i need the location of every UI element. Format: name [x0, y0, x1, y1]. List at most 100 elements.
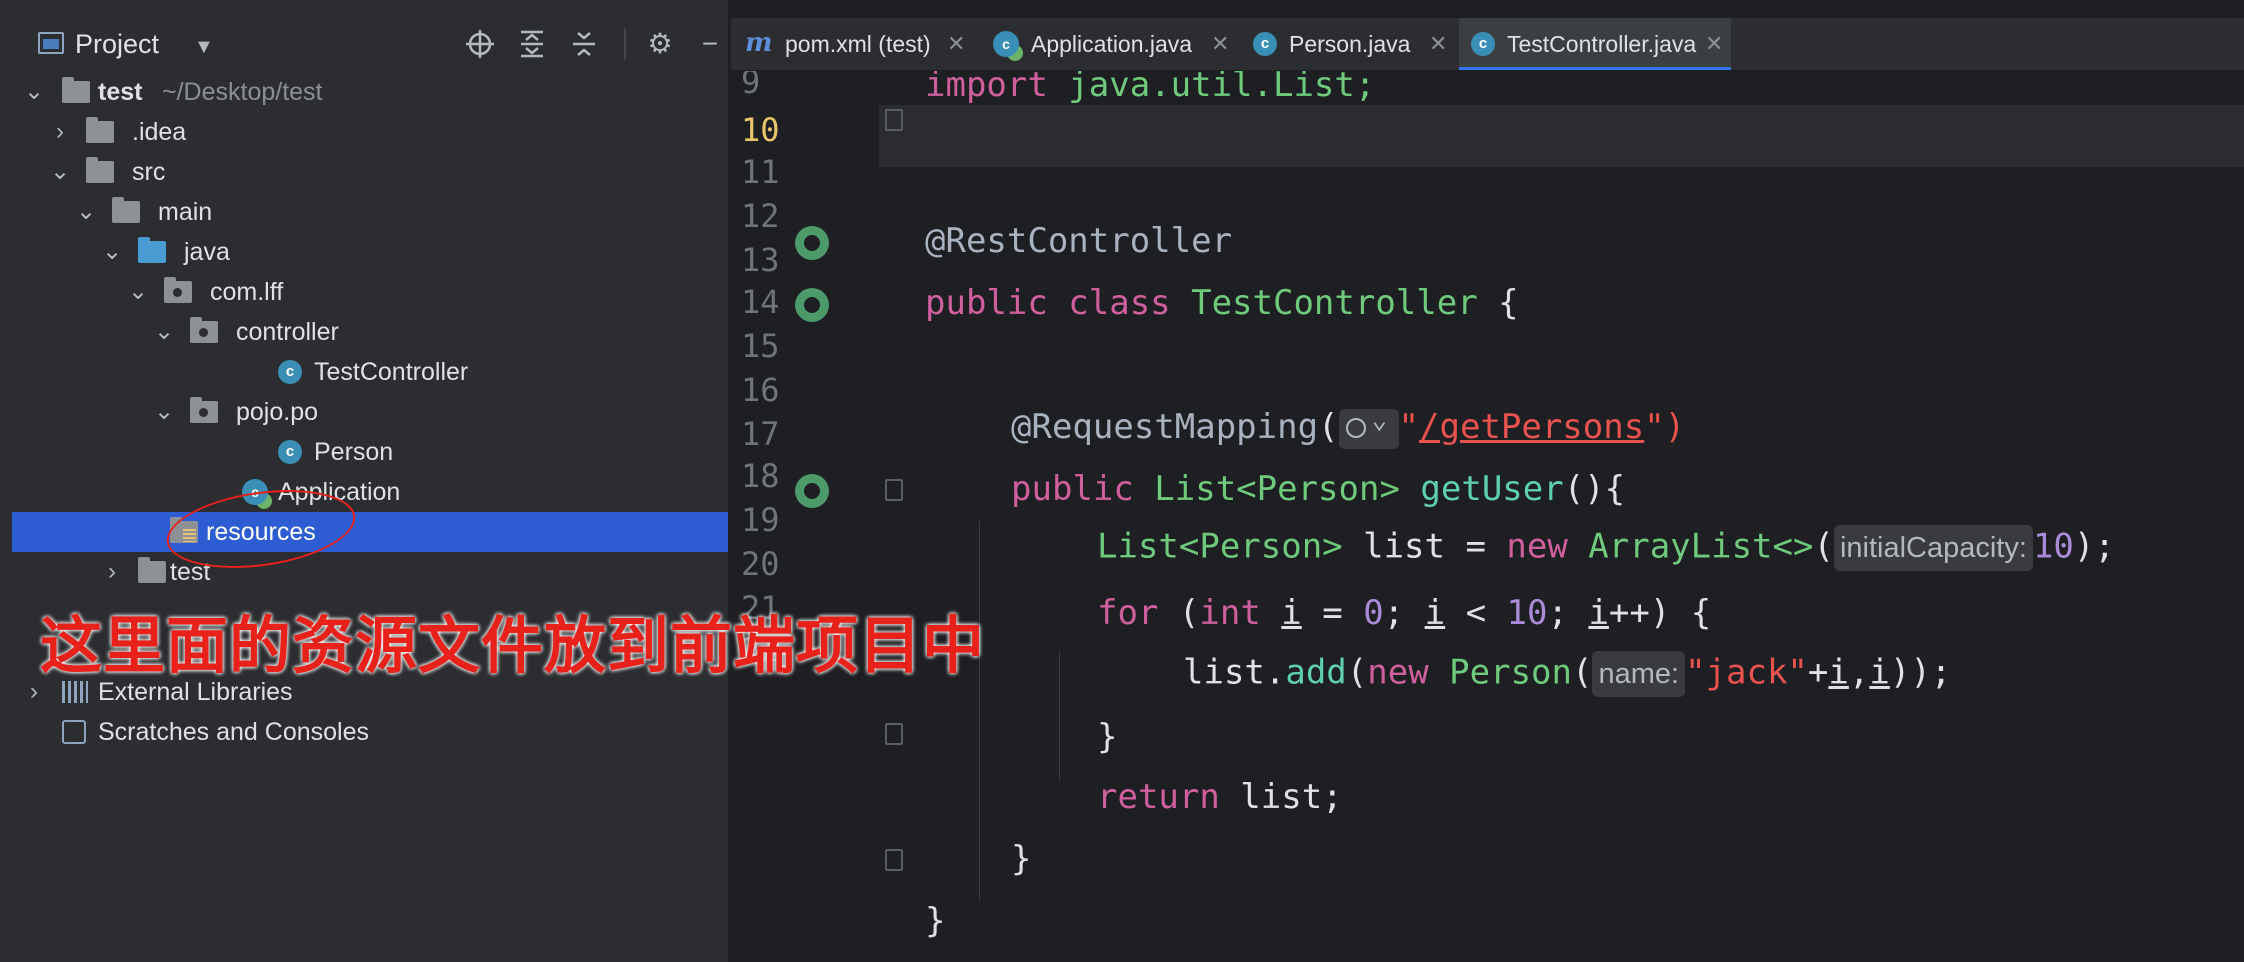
line-number: 20 [741, 545, 780, 583]
chevron-right-icon[interactable]: › [48, 112, 72, 152]
tree-item-main[interactable]: ⌄ main [12, 192, 728, 232]
indent-guide [979, 521, 980, 901]
chevron-down-icon[interactable]: ⌄ [100, 232, 124, 272]
scratches-icon [62, 720, 86, 744]
brace: } [925, 901, 946, 941]
tree-item-path: ~/Desktop/test [162, 78, 323, 106]
spring-app-icon: c [242, 479, 268, 505]
loop-variable: i [1828, 652, 1849, 693]
class-icon: c [1253, 32, 1277, 56]
tree-item-label: Scratches and Consoles [98, 718, 369, 746]
chevron-down-icon[interactable]: ▼ [194, 36, 214, 59]
fold-marker-icon[interactable] [885, 109, 903, 131]
web-endpoint-icon[interactable] [795, 474, 829, 508]
code-line-15: public List<Person> getUser(){ [1011, 469, 1625, 509]
tree-item-label: Person [314, 438, 394, 466]
code-line-17: for (int i = 0; i < 10; i++) { [1097, 593, 1711, 633]
project-panel-title[interactable]: Project [75, 29, 159, 60]
tree-item-controller[interactable]: ⌄ controller [12, 312, 728, 352]
locate-icon[interactable] [462, 26, 498, 62]
code-line-18: list.add(new Person(name: "jack"+i,i)); [1183, 651, 1951, 697]
expand-all-icon[interactable] [514, 26, 550, 62]
keyword: public [1011, 469, 1134, 509]
tree-item-com-lff[interactable]: ⌄ com.lff [12, 272, 728, 312]
close-icon[interactable]: ✕ [947, 18, 965, 70]
collapse-all-icon[interactable] [566, 26, 602, 62]
chevron-down-icon[interactable]: ⌄ [48, 152, 72, 192]
close-icon[interactable]: ✕ [1705, 18, 1723, 70]
tree-item-pojo-po[interactable]: ⌄ pojo.po [12, 392, 728, 432]
tab-testcontroller-java[interactable]: c TestController.java ✕ [1459, 18, 1731, 70]
code-area[interactable]: import java.util.List; @RestController p… [909, 71, 2244, 962]
keyword: for [1097, 593, 1159, 633]
tree-item-scratches[interactable]: Scratches and Consoles [12, 712, 728, 752]
code-editor[interactable]: 9 10 11 12 13 14 15 16 17 18 19 20 21 22… [731, 71, 2244, 962]
project-view-icon [38, 32, 64, 54]
source-folder-icon [138, 237, 166, 263]
paren: ( [1318, 407, 1339, 447]
gear-icon[interactable]: ⚙ [642, 26, 678, 62]
parameter-hint: name: [1592, 651, 1686, 697]
tree-item-label: com.lff [210, 278, 284, 306]
annotation-text: 这里面的资源文件放到前端项目中 [40, 609, 986, 682]
brace: { [1477, 283, 1519, 323]
fold-marker-icon[interactable] [885, 849, 903, 871]
tree-item-person[interactable]: c Person [12, 432, 728, 472]
variable: list; [1219, 777, 1343, 817]
number: 10 [2032, 526, 2074, 567]
tab-pom-xml[interactable]: m pom.xml (test) ✕ [731, 18, 979, 70]
endpoint-url-link[interactable]: /getPersons [1419, 407, 1644, 447]
quote: ") [1644, 407, 1686, 447]
keyword: new [1367, 652, 1429, 693]
package-icon [164, 277, 192, 303]
chevron-down-icon[interactable]: ⌄ [74, 192, 98, 232]
tab-label: TestController.java [1507, 31, 1697, 57]
tree-item-idea[interactable]: › .idea [12, 112, 728, 152]
tab-application-java[interactable]: c Application.java ✕ [979, 18, 1239, 70]
code-line-19: } [1097, 717, 1117, 757]
string-literal: "jack" [1685, 652, 1808, 693]
line-number: 16 [741, 371, 780, 409]
keyword: return [1097, 777, 1220, 817]
spring-bean-icon[interactable] [795, 288, 829, 322]
tree-item-test[interactable]: › test [12, 552, 728, 592]
variable: list. [1183, 652, 1286, 693]
tree-item-src[interactable]: ⌄ src [12, 152, 728, 192]
package-icon [190, 397, 218, 423]
line-number: 15 [741, 327, 780, 365]
close-icon[interactable]: ✕ [1429, 18, 1447, 70]
chevron-down-icon[interactable]: ⌄ [22, 72, 46, 112]
chevron-down-icon[interactable]: ⌄ [152, 392, 176, 432]
tree-item-testcontroller[interactable]: c TestController [12, 352, 728, 392]
punctuation: , [1848, 652, 1870, 693]
loop-variable: i [1869, 652, 1890, 693]
punctuation: (){ [1563, 469, 1626, 509]
tree-item-label: controller [236, 318, 339, 346]
fold-marker-icon[interactable] [885, 723, 903, 745]
class-name: Person [1428, 652, 1572, 693]
chevron-down-icon[interactable]: ⌄ [152, 312, 176, 352]
minimize-icon[interactable]: − [692, 26, 728, 62]
annotation: @RestController [925, 221, 1233, 261]
code-line-22: } [925, 901, 945, 941]
tree-item-project-root[interactable]: ⌄ test ~/Desktop/test [12, 72, 728, 112]
fold-marker-icon[interactable] [885, 479, 903, 501]
globe-icon[interactable] [1338, 405, 1399, 449]
chevron-down-icon[interactable]: ⌄ [126, 272, 150, 312]
tab-person-java[interactable]: c Person.java ✕ [1239, 18, 1455, 70]
line-number-gutter: 9 10 11 12 13 14 15 16 17 18 19 20 21 22 [731, 71, 879, 962]
tree-item-label: .idea [132, 118, 187, 146]
operator: = [1301, 593, 1364, 633]
code-line-14: @RequestMapping("/getPersons") [1011, 405, 1686, 449]
tree-item-resources[interactable]: resources [12, 512, 728, 552]
tree-item-application[interactable]: c Application [12, 472, 728, 512]
close-icon[interactable]: ✕ [1211, 18, 1229, 70]
loop-variable: i [1424, 593, 1446, 633]
spring-bean-icon[interactable] [795, 226, 829, 260]
tree-item-java[interactable]: ⌄ java [12, 232, 728, 272]
brace: } [1011, 839, 1032, 879]
indent-guide [1059, 651, 1060, 781]
line-number: 9 [741, 71, 761, 101]
package-icon [190, 317, 218, 343]
chevron-right-icon[interactable]: › [100, 552, 124, 592]
